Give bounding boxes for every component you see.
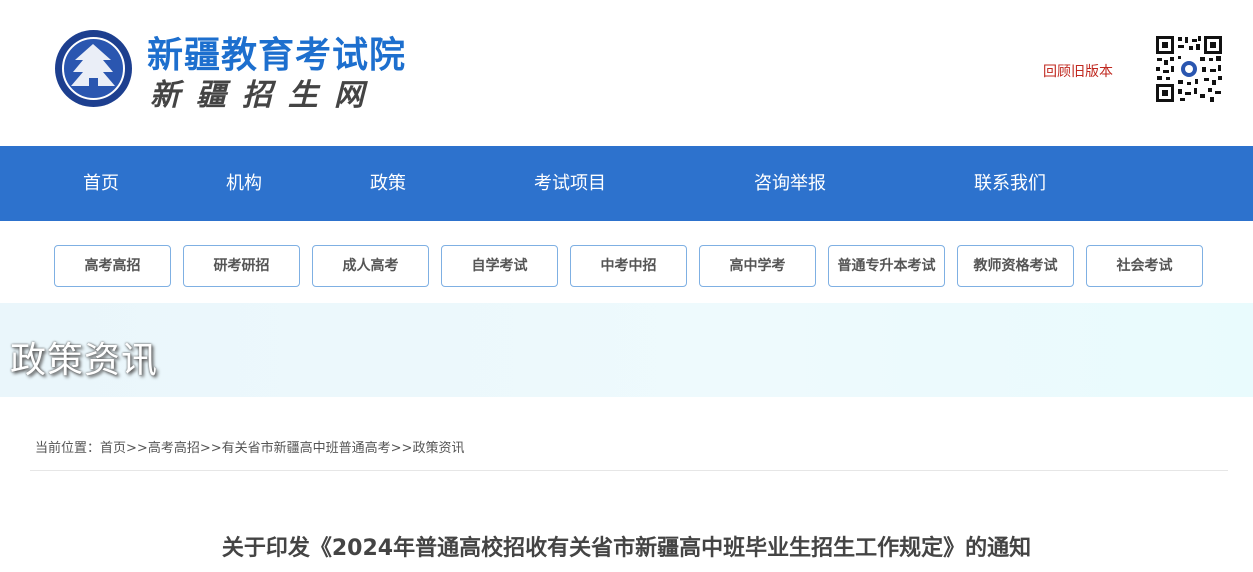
nav-item-contact-us[interactable]: 联系我们 <box>950 146 1070 221</box>
section-banner: 政策资讯 <box>0 303 1253 397</box>
breadcrumb-separator: >> <box>126 441 148 456</box>
exam-authority-emblem-icon[interactable] <box>55 30 132 107</box>
site-subtitle: 新疆招生网 <box>150 78 380 113</box>
category-self-study-exam-button[interactable]: 自学考试 <box>441 245 558 287</box>
breadcrumb-item-gaokao[interactable]: 高考高招 <box>148 441 200 456</box>
main-nav: 首页 机构 政策 考试项目 咨询举报 联系我们 <box>0 146 1253 221</box>
nav-item-home[interactable]: 首页 <box>60 146 142 221</box>
breadcrumb-item-policy-news[interactable]: 政策资讯 <box>412 441 464 456</box>
nav-item-exam-projects[interactable]: 考试项目 <box>510 146 630 221</box>
old-version-link[interactable]: 回顾旧版本 <box>1043 61 1113 81</box>
site-header: 新疆教育考试院 新疆招生网 回顾旧版本 <box>0 0 1253 146</box>
nav-item-policy[interactable]: 政策 <box>347 146 429 221</box>
breadcrumb-item-home[interactable]: 首页 <box>100 441 126 456</box>
article-title: 关于印发《2024年普通高校招收有关省市新疆高中班毕业生招生工作规定》的通知 <box>221 536 1032 561</box>
breadcrumb-item-xinjiang-class[interactable]: 有关省市新疆高中班普通高考 <box>222 441 391 456</box>
breadcrumb-divider <box>30 470 1228 471</box>
breadcrumb: 当前位置：首页>>高考高招>>有关省市新疆高中班普通高考>>政策资讯 <box>35 437 464 456</box>
category-zhongkao-button[interactable]: 中考中招 <box>570 245 687 287</box>
category-high-school-exam-button[interactable]: 高中学考 <box>699 245 816 287</box>
breadcrumb-separator: >> <box>390 441 413 456</box>
category-gaokao-button[interactable]: 高考高招 <box>54 245 171 287</box>
breadcrumb-separator: >> <box>199 441 222 456</box>
qr-code-icon <box>1154 34 1224 104</box>
nav-item-consult-report[interactable]: 咨询举报 <box>730 146 850 221</box>
section-title: 政策资讯 <box>10 340 159 381</box>
category-adult-exam-button[interactable]: 成人高考 <box>312 245 429 287</box>
nav-item-organization[interactable]: 机构 <box>203 146 285 221</box>
category-upgrade-exam-button[interactable]: 普通专升本考试 <box>828 245 945 287</box>
category-teacher-cert-button[interactable]: 教师资格考试 <box>957 245 1074 287</box>
breadcrumb-prefix: 当前位置： <box>35 441 101 456</box>
category-social-exam-button[interactable]: 社会考试 <box>1086 245 1203 287</box>
category-graduate-exam-button[interactable]: 研考研招 <box>183 245 300 287</box>
